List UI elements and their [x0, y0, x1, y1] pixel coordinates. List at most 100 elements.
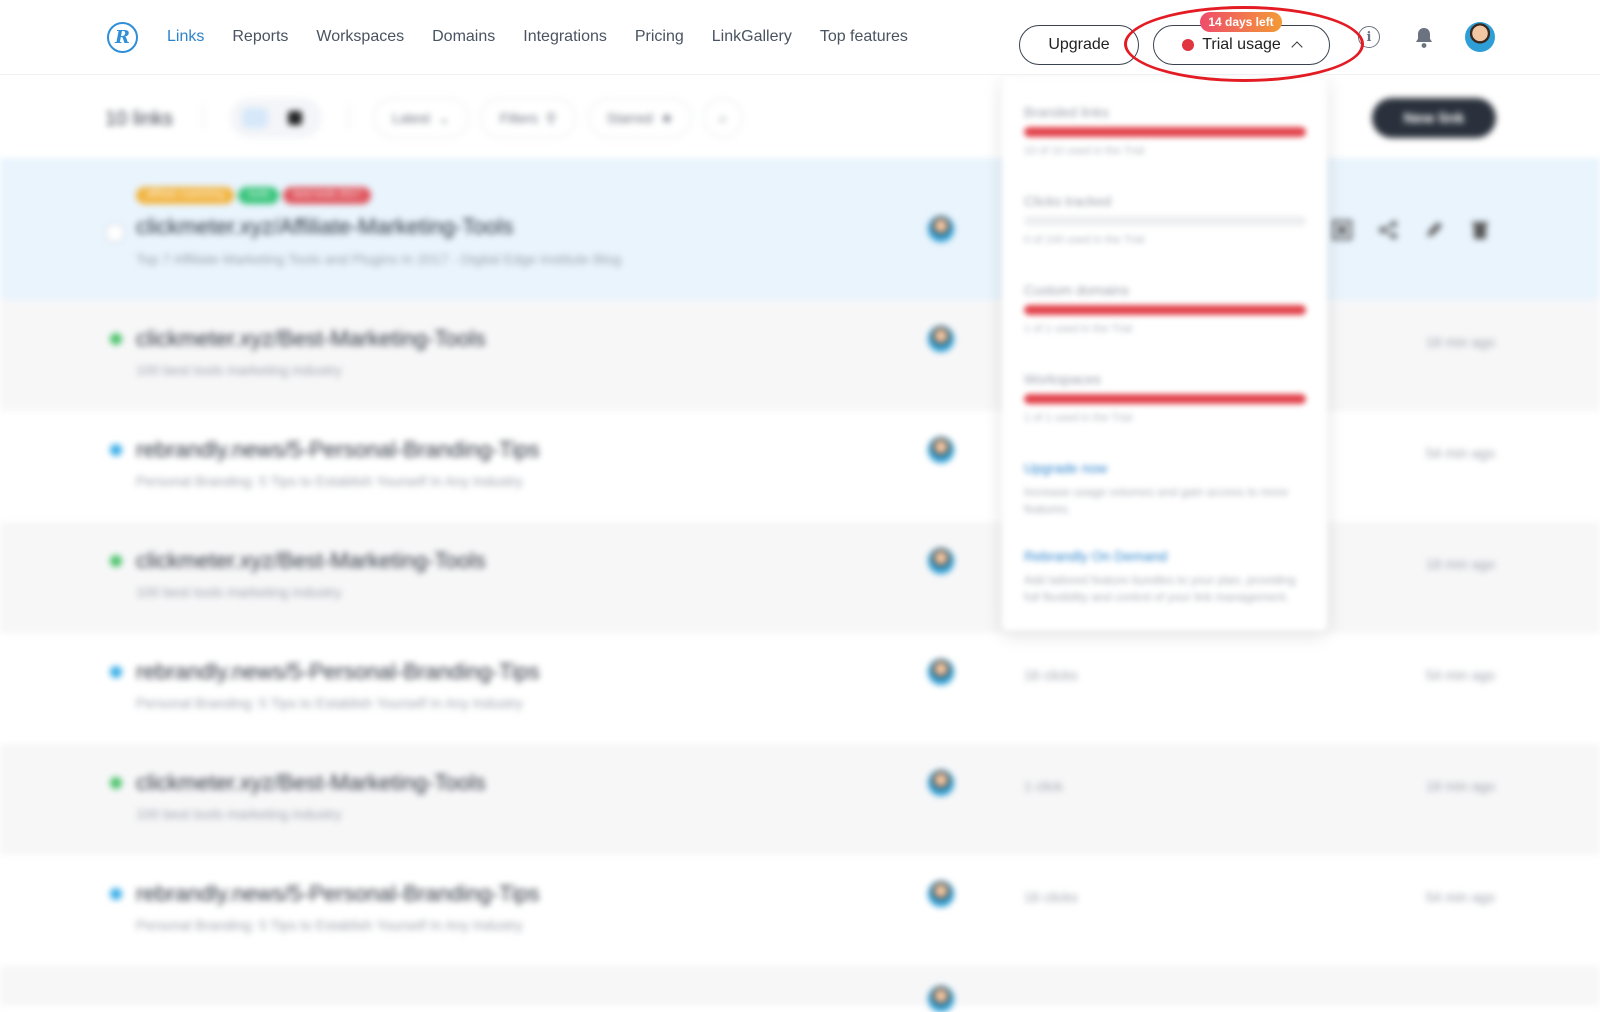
usage-count: 1 of 1 used in the Trial	[1024, 323, 1133, 335]
creator-avatar	[928, 659, 954, 685]
link-row[interactable]: clickmeter.xyz/Best-Marketing-Tools 100 …	[0, 522, 1600, 633]
nav-item-linkgallery[interactable]: LinkGallery	[712, 28, 792, 46]
bell-icon[interactable]	[1413, 26, 1435, 50]
status-dot	[110, 444, 122, 456]
usage-bar-fill	[1024, 127, 1306, 137]
user-avatar[interactable]	[1465, 22, 1495, 52]
usage-workspaces: Workspaces 1 of 1 used in the Trial	[1024, 371, 1306, 424]
usage-label: Custom domains	[1024, 282, 1130, 298]
status-dot	[110, 666, 122, 678]
link-row[interactable]: rebrandly.news/5-Personal-Branding-Tips …	[0, 633, 1600, 744]
creator-avatar	[928, 770, 954, 796]
usage-branded-links: Branded links 10 of 10 used in the Trial	[1024, 104, 1306, 157]
view-toggle[interactable]	[230, 98, 322, 138]
tag-badge[interactable]: tools	[238, 187, 280, 204]
usage-bar	[1024, 127, 1306, 137]
on-demand-link[interactable]: Rebrandly On Demand	[1024, 548, 1306, 564]
usage-custom-domains: Custom domains 1 of 1 used in the Trial	[1024, 282, 1306, 335]
upgrade-button[interactable]: Upgrade	[1019, 25, 1139, 65]
usage-bar	[1024, 305, 1306, 315]
created-ago: 54 min ago	[1425, 445, 1495, 461]
link-title: 100 best tools marketing industry	[136, 806, 342, 822]
sort-dropdown[interactable]: Latest ⌄	[373, 98, 469, 138]
created-ago: 18 min ago	[1425, 334, 1495, 350]
nav-item-pricing[interactable]: Pricing	[635, 28, 684, 46]
tag-badge[interactable]: best tools 2017	[283, 187, 372, 204]
starred-button[interactable]: Starred ★	[588, 98, 692, 138]
link-url[interactable]: rebrandly.news/5-Personal-Branding-Tips	[136, 659, 540, 685]
upgrade-now-description: Increase usage volumes and gain access t…	[1024, 485, 1289, 516]
link-title: 100 best tools marketing industry	[136, 584, 342, 600]
created-ago: 18 min ago	[1425, 778, 1495, 794]
link-row-partial[interactable]	[0, 966, 1600, 1012]
delete-icon[interactable]	[1470, 220, 1490, 240]
link-url[interactable]: clickmeter.xyz/Best-Marketing-Tools	[136, 770, 486, 796]
trial-usage-label: Trial usage	[1202, 36, 1281, 53]
upgrade-now-link[interactable]: Upgrade now	[1024, 460, 1306, 476]
created-ago: 18 min ago	[1425, 556, 1495, 572]
link-title: Personal Branding: 5 Tips to Establish Y…	[136, 917, 523, 933]
link-url[interactable]: rebrandly.news/5-Personal-Branding-Tips	[136, 881, 540, 907]
info-icon[interactable]: i	[1358, 26, 1380, 48]
filters-button[interactable]: Filters ⚲	[480, 98, 576, 138]
search-button[interactable]: ⌕	[703, 98, 743, 138]
chevron-up-icon	[1291, 41, 1303, 53]
creator-avatar	[928, 986, 954, 1012]
creator-avatar	[928, 548, 954, 574]
status-dot	[110, 888, 122, 900]
on-demand-description: Add tailored feature bundles to your pla…	[1024, 573, 1296, 604]
link-url[interactable]: rebrandly.news/5-Personal-Branding-Tips	[136, 437, 540, 463]
main-nav: Links Reports Workspaces Domains Integra…	[167, 28, 936, 46]
creator-avatar	[928, 326, 954, 352]
upgrade-now-section: Upgrade now Increase usage volumes and g…	[1024, 460, 1306, 518]
rebrandly-logo[interactable]: R	[107, 22, 138, 53]
usage-clicks-tracked: Clicks tracked 0 of 100 used in the Tria…	[1024, 193, 1306, 246]
trial-status-dot	[1182, 39, 1195, 51]
link-url[interactable]: clickmeter.xyz/Affiliate-Marketing-Tools	[136, 214, 513, 240]
nav-item-top-features[interactable]: Top features	[820, 28, 908, 46]
link-title: Top 7 Affiliate Marketing Tools and Plug…	[136, 251, 622, 267]
usage-bar	[1024, 216, 1306, 226]
link-url[interactable]: clickmeter.xyz/Best-Marketing-Tools	[136, 548, 486, 574]
toolbar-divider	[203, 104, 204, 130]
usage-count: 0 of 100 used in the Trial	[1024, 234, 1145, 246]
share-icon[interactable]	[1378, 220, 1398, 240]
days-left-badge: 14 days left	[1200, 12, 1282, 32]
link-count: 10 links	[105, 108, 173, 130]
usage-count: 1 of 1 used in the Trial	[1024, 412, 1133, 424]
edit-icon[interactable]	[1424, 220, 1444, 240]
usage-label: Workspaces	[1024, 371, 1101, 387]
logo-letter: R	[115, 26, 130, 48]
links-toolbar: 10 links Latest ⌄ Filters ⚲ Starred ★ ⌕ …	[0, 76, 1600, 158]
link-row[interactable]: clickmeter.xyz/Best-Marketing-Tools 100 …	[0, 300, 1600, 411]
link-row[interactable]: clickmeter.xyz/Best-Marketing-Tools 100 …	[0, 744, 1600, 855]
tag-badge[interactable]: affiliate marketing	[136, 187, 235, 204]
nav-item-workspaces[interactable]: Workspaces	[316, 28, 404, 46]
trial-usage-dropdown: Branded links 10 of 10 used in the Trial…	[1002, 76, 1327, 631]
new-link-button[interactable]: New link	[1372, 98, 1496, 138]
link-row[interactable]: rebrandly.news/5-Personal-Branding-Tips …	[0, 855, 1600, 966]
usage-label: Clicks tracked	[1024, 193, 1112, 209]
list-view-icon[interactable]	[242, 108, 268, 128]
starred-label: Starred	[606, 110, 653, 126]
click-count: 1 click	[1024, 778, 1063, 794]
click-count: 16 clicks	[1024, 667, 1078, 683]
link-row[interactable]: rebrandly.news/5-Personal-Branding-Tips …	[0, 411, 1600, 522]
qr-code-icon[interactable]	[1331, 219, 1353, 241]
nav-item-integrations[interactable]: Integrations	[523, 28, 607, 46]
creator-avatar	[928, 437, 954, 463]
usage-label: Branded links	[1024, 104, 1109, 120]
row-actions	[1331, 219, 1490, 241]
link-row-selected[interactable]: affiliate marketing tools best tools 201…	[0, 158, 1600, 300]
filters-label: Filters	[499, 110, 538, 126]
compact-view-icon[interactable]	[288, 111, 302, 125]
nav-item-reports[interactable]: Reports	[232, 28, 288, 46]
creator-avatar	[928, 881, 954, 907]
row-checkbox[interactable]	[106, 224, 124, 242]
usage-bar	[1024, 394, 1306, 404]
links-page-blurred: 10 links Latest ⌄ Filters ⚲ Starred ★ ⌕ …	[0, 76, 1600, 1012]
nav-item-domains[interactable]: Domains	[432, 28, 495, 46]
link-url[interactable]: clickmeter.xyz/Best-Marketing-Tools	[136, 326, 486, 352]
nav-item-links[interactable]: Links	[167, 28, 204, 46]
usage-count: 10 of 10 used in the Trial	[1024, 145, 1145, 157]
